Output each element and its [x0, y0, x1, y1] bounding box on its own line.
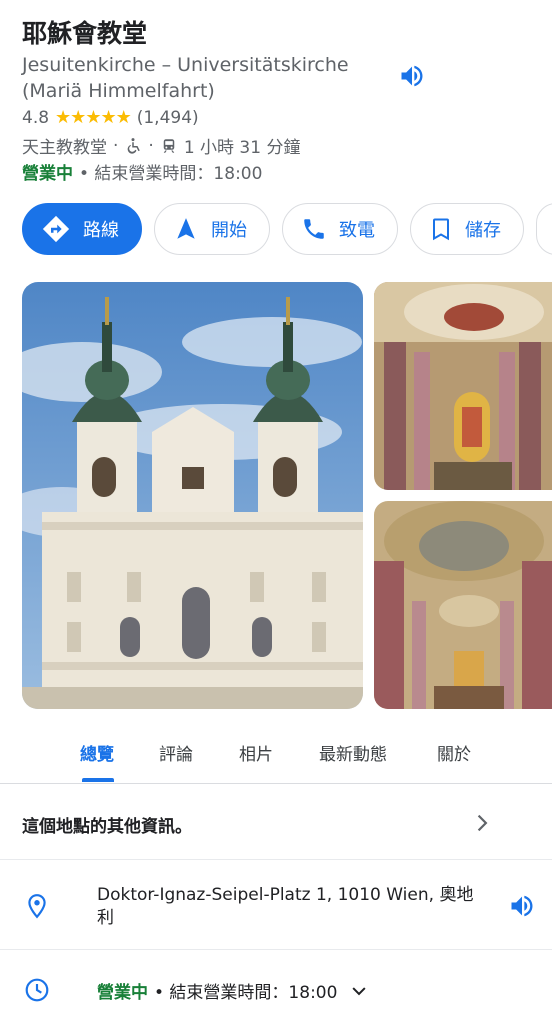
call-label: 致電	[339, 220, 375, 241]
interior-altar-photo[interactable]	[374, 282, 552, 490]
start-label: 開始	[211, 220, 247, 241]
rating-value: 4.8	[22, 107, 50, 128]
train-icon	[163, 138, 175, 153]
church-facade-photo[interactable]	[22, 282, 363, 709]
action-chips: 路線 開始 致電 儲存	[22, 203, 552, 257]
wheelchair-icon	[128, 137, 141, 154]
speaker-icon[interactable]	[508, 892, 536, 920]
hours-summary[interactable]: 營業中 • 結束營業時間：18:00	[22, 159, 262, 184]
address-row[interactable]: Doktor-Ignaz-Seipel-Platz 1, 1010 Wien, …	[0, 860, 552, 950]
tab-bar: 總覽 評論 相片 最新動態 關於	[0, 728, 552, 784]
call-button[interactable]: 致電	[282, 203, 398, 255]
more-info-label: 這個地點的其他資訊。	[22, 817, 192, 837]
tab-reviews[interactable]: 評論	[159, 740, 193, 765]
more-actions-button[interactable]	[536, 203, 552, 255]
directions-label: 路線	[83, 220, 119, 241]
save-label: 儲存	[465, 220, 501, 241]
speaker-icon[interactable]	[398, 62, 426, 90]
tab-about[interactable]: 關於	[437, 740, 471, 765]
directions-icon	[42, 215, 70, 243]
more-info-row[interactable]: 這個地點的其他資訊。	[0, 786, 552, 860]
clock-icon	[25, 978, 49, 1002]
interior-nave-photo[interactable]	[374, 501, 552, 709]
address-text: Doktor-Ignaz-Seipel-Platz 1, 1010 Wien, …	[97, 885, 474, 928]
place-subtitle: Jesuitenkirche – Universitätskirche (Mar…	[22, 54, 349, 102]
review-count: (1,494)	[136, 107, 199, 128]
active-tab-indicator	[82, 778, 114, 782]
hours-open-status: 營業中	[97, 983, 148, 1003]
category-label: 天主教教堂	[22, 138, 107, 158]
tab-updates[interactable]: 最新動態	[319, 740, 387, 765]
start-button[interactable]: 開始	[154, 203, 270, 255]
transit-time: 1 小時 31 分鐘	[183, 138, 301, 158]
chevron-down-icon[interactable]	[349, 981, 369, 1001]
separator: ·	[148, 135, 154, 156]
chevron-right-icon	[477, 814, 488, 832]
location-pin-icon	[28, 894, 46, 919]
directions-button[interactable]: 路線	[22, 203, 142, 255]
closing-time: • 結束營業時間：18:00	[79, 164, 263, 184]
meta-row: 天主教教堂 · · 1 小時 31 分鐘	[22, 133, 301, 159]
save-button[interactable]: 儲存	[410, 203, 524, 255]
phone-icon	[304, 219, 324, 239]
hours-detail: 營業中 • 結束營業時間：18:00	[97, 978, 369, 1003]
open-status: 營業中	[22, 164, 73, 184]
hours-row[interactable]: 營業中 • 結束營業時間：18:00	[0, 950, 552, 1024]
tab-overview[interactable]: 總覽	[80, 740, 114, 765]
place-title: 耶穌會教堂	[22, 19, 148, 48]
bookmark-icon	[433, 218, 449, 241]
hours-closing-text: • 結束營業時間：18:00	[154, 983, 338, 1003]
navigation-arrow-icon	[177, 218, 195, 239]
star-rating: ★★★★★	[55, 107, 132, 128]
separator: ·	[113, 135, 119, 156]
rating-row[interactable]: 4.8 ★★★★★ (1,494)	[22, 107, 199, 128]
tab-photos[interactable]: 相片	[239, 740, 273, 765]
